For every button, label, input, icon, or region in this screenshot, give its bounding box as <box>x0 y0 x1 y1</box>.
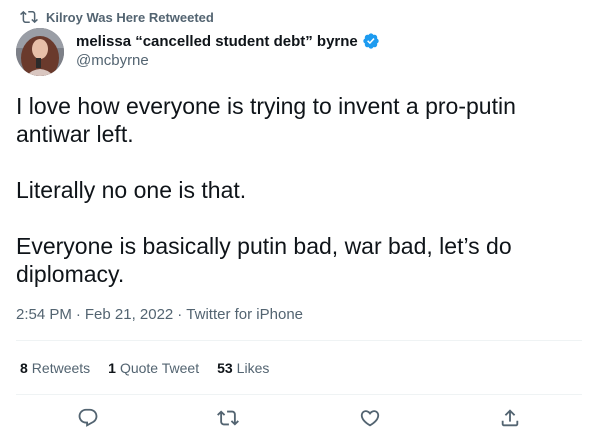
likes-label: Likes <box>236 360 270 376</box>
tweet-time[interactable]: 2:54 PM <box>16 306 72 323</box>
tweet-author: melissa “cancelled student debt” byrne @… <box>76 32 380 69</box>
reply-button[interactable] <box>71 401 105 435</box>
meta-separator: · <box>177 306 183 323</box>
tweet-text: I love how everyone is trying to invent … <box>16 93 516 287</box>
heart-icon <box>359 407 381 429</box>
likes-stat[interactable]: 53 Likes <box>217 360 269 376</box>
tweet-actions <box>16 401 582 433</box>
quotes-label: Quote Tweet <box>119 360 200 376</box>
share-button[interactable] <box>493 401 527 435</box>
share-icon <box>499 407 521 429</box>
tweet-source[interactable]: Twitter for iPhone <box>186 306 303 323</box>
retweet-context-label: Kilroy Was Here Retweeted <box>46 9 214 25</box>
retweets-label: Retweets <box>31 360 91 376</box>
avatar[interactable] <box>16 28 64 76</box>
retweets-count: 8 <box>20 360 28 376</box>
reply-icon <box>77 407 99 429</box>
retweet-icon <box>217 407 239 429</box>
tweet-date[interactable]: Feb 21, 2022 <box>85 306 173 323</box>
likes-count: 53 <box>217 360 233 376</box>
verified-badge-icon <box>362 32 380 50</box>
quotes-count: 1 <box>108 360 116 376</box>
quote-tweets-stat[interactable]: 1 Quote Tweet <box>108 360 199 376</box>
divider <box>16 340 582 341</box>
retweet-icon <box>20 8 38 26</box>
author-handle[interactable]: @mcbyrne <box>76 52 380 69</box>
retweet-context[interactable]: Kilroy Was Here Retweeted <box>20 8 214 26</box>
tweet-metadata: 2:54 PM · Feb 21, 2022 · Twitter for iPh… <box>16 306 303 323</box>
meta-separator: · <box>75 306 81 323</box>
divider <box>16 394 582 395</box>
tweet-stats: 8 Retweets 1 Quote Tweet 53 Likes <box>20 360 269 376</box>
author-display-name[interactable]: melissa “cancelled student debt” byrne <box>76 33 358 50</box>
retweets-stat[interactable]: 8 Retweets <box>20 360 90 376</box>
retweet-button[interactable] <box>211 401 245 435</box>
like-button[interactable] <box>353 401 387 435</box>
